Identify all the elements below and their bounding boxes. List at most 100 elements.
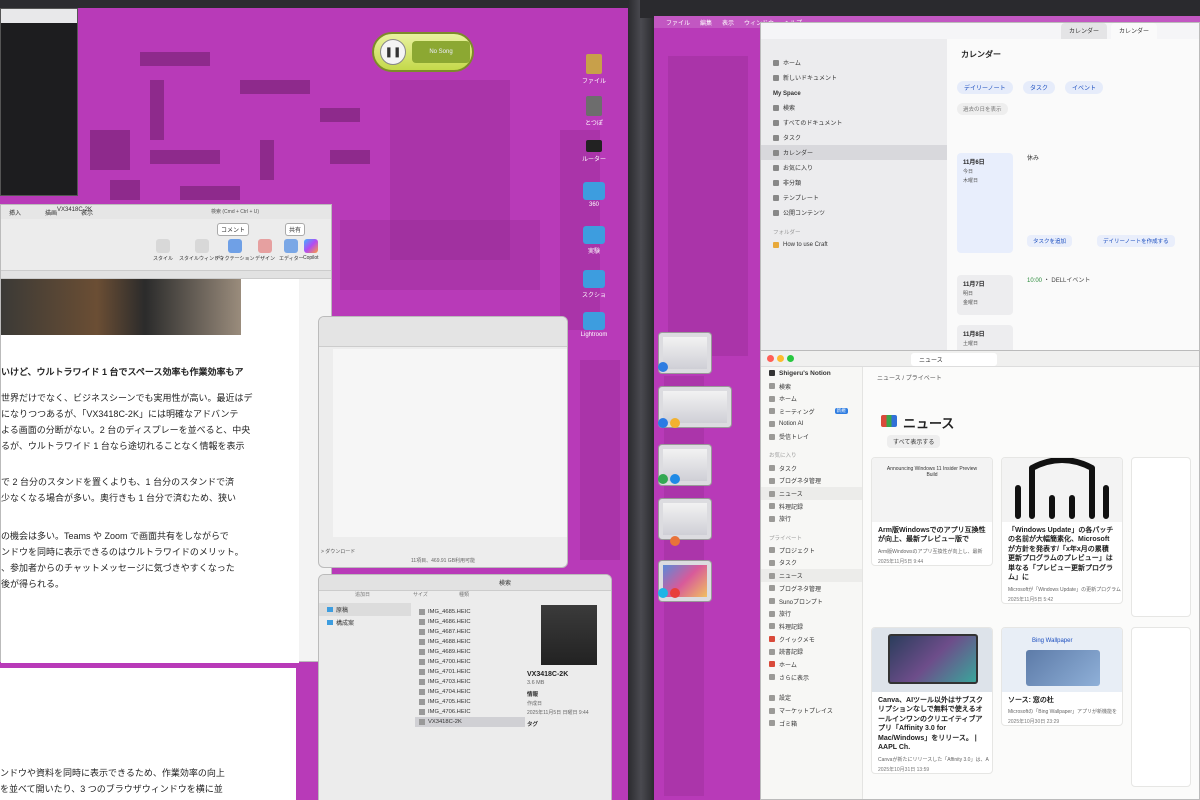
sidebar-item-trash[interactable]: ゴミ箱 xyxy=(761,717,862,730)
private-item-reading[interactable]: 読書記録 xyxy=(761,645,862,658)
menu-insert[interactable]: 挿入 xyxy=(9,208,21,217)
sidebar-item-templates[interactable]: テンプレート xyxy=(761,190,947,205)
sidebar-item-calendar[interactable]: カレンダー xyxy=(761,145,947,160)
sidebar-item-tasks[interactable]: タスク xyxy=(761,130,947,145)
private-item-quick-memo[interactable]: クイックメモ xyxy=(761,633,862,646)
menu-view[interactable]: 表示 xyxy=(722,18,734,27)
gallery-card[interactable]: Announcing Windows 11 Insider Preview Bu… xyxy=(871,457,993,566)
editor-button[interactable]: エディター xyxy=(279,239,304,262)
private-item-home[interactable]: ホーム xyxy=(761,658,862,671)
craft-window[interactable]: カレンダー カレンダー ホーム 新しいドキュメント My Space 検索 すべ… xyxy=(760,22,1200,352)
stage-manager-thumbnail[interactable] xyxy=(658,498,712,540)
design-button[interactable]: デザイン xyxy=(255,239,275,262)
finder-window-images[interactable]: 検索 追加日 サイズ 種類 原稿 構成案 IMG_4685.HEIC IMG_4… xyxy=(318,574,612,800)
sidebar-item-manuscript[interactable]: 原稿 xyxy=(319,603,411,616)
finder-content-area[interactable] xyxy=(333,349,567,537)
list-item[interactable]: IMG_4688.HEIC xyxy=(415,637,525,647)
private-item-travel[interactable]: 旅行 xyxy=(761,607,862,620)
view-all-tab[interactable]: すべて表示する xyxy=(887,435,941,448)
sidebar-item-marketplace[interactable]: マーケットプレイス xyxy=(761,704,862,717)
calendar-day[interactable]: 11月8日 土曜日 xyxy=(957,325,1013,351)
sidebar-item-search[interactable]: 検索 xyxy=(761,100,947,115)
sidebar-item-meetings[interactable]: ミーティング 新規 xyxy=(761,405,862,418)
gallery-card[interactable]: 「Windows Update」の各パッチ の名前が大幅簡素化、Microsof… xyxy=(1001,457,1123,604)
sidebar-item-new-doc[interactable]: 新しいドキュメント xyxy=(761,70,947,85)
workspace-switcher[interactable]: Shigeru's Notion xyxy=(761,367,862,380)
sidebar-item-favorites[interactable]: お気に入り xyxy=(761,160,947,175)
space-name[interactable]: My Space xyxy=(761,85,947,100)
sidebar-item-how-to[interactable]: How to use Craft xyxy=(761,239,947,251)
list-item[interactable]: IMG_4686.HEIC xyxy=(415,617,525,627)
breadcrumb[interactable]: ニュース / プライベート xyxy=(877,373,942,382)
fav-item-blog[interactable]: ブログネタ管理 xyxy=(761,475,862,488)
filter-daily-note[interactable]: デイリーノート xyxy=(957,81,1013,94)
list-item[interactable]: IMG_4701.HEIC xyxy=(415,667,525,677)
minimize-button[interactable] xyxy=(777,355,784,362)
close-button[interactable] xyxy=(767,355,774,362)
finder-window-downloads[interactable]: > ダウンロード 11項目、469.91 GB利用可能 xyxy=(318,316,568,568)
show-past-days-button[interactable]: 過去の日を表示 xyxy=(957,103,1008,115)
list-item[interactable]: IMG_4687.HEIC xyxy=(415,627,525,637)
add-task-button[interactable]: タスクを追加 xyxy=(1027,235,1073,247)
create-daily-note-button[interactable]: デイリーノートを作成する xyxy=(1097,235,1175,247)
fav-item-cooking[interactable]: 料理記録 xyxy=(761,500,862,513)
word-document-page[interactable]: いけど、ウルトラワイド 1 台でスペース効率も作業効率もア 世界だけでなく、ビジ… xyxy=(1,279,299,663)
desktop-folder-lightroom[interactable]: Lightroom xyxy=(572,312,616,338)
filter-events[interactable]: イベント xyxy=(1065,81,1104,94)
sidebar-item-all-docs[interactable]: すべてのドキュメント xyxy=(761,115,947,130)
desktop-icon-photo[interactable]: とつぽ xyxy=(572,96,616,127)
menu-edit[interactable]: 編集 xyxy=(700,18,712,27)
private-item-projects[interactable]: プロジェクト xyxy=(761,544,862,557)
list-item[interactable]: IMG_4700.HEIC xyxy=(415,657,525,667)
tab-calendar-active[interactable]: カレンダー xyxy=(1111,23,1158,39)
sidebar-item-published[interactable]: 公開コンテンツ xyxy=(761,205,947,220)
desktop-icon-router[interactable]: ルーター xyxy=(572,140,616,163)
menu-draw[interactable]: 描画 xyxy=(45,208,57,217)
gallery-card[interactable]: Bing Wallpaper ソース: 窓の杜 Microsoftの「Bing … xyxy=(1001,627,1123,727)
list-item[interactable]: IMG_4704.HEIC xyxy=(415,687,525,697)
list-item[interactable]: IMG_4705.HEIC xyxy=(415,697,525,707)
desktop-folder-360[interactable]: 360 xyxy=(572,182,616,208)
calendar-event[interactable]: 10:00 ・ DELLイベント xyxy=(1027,275,1090,284)
background-window[interactable] xyxy=(0,8,78,196)
private-item-tasks[interactable]: タスク xyxy=(761,557,862,570)
desktop-folder-screenshots[interactable]: スクショ xyxy=(572,270,616,299)
word-window[interactable]: 挿入 描画 表示 VX3418C-2K 検索 (Cmd + Ctrl + U) … xyxy=(0,204,332,663)
list-item[interactable]: IMG_4689.HEIC xyxy=(415,647,525,657)
sidebar-item-unsorted[interactable]: 非分類 xyxy=(761,175,947,190)
calendar-day-today[interactable]: 11月6日 今日 木曜日 xyxy=(957,153,1013,253)
fav-item-news[interactable]: ニュース xyxy=(761,487,862,500)
sidebar-item-notion-ai[interactable]: Notion AI xyxy=(761,418,862,431)
sidebar-item-home[interactable]: ホーム xyxy=(761,55,947,70)
show-more-button[interactable]: さらに表示 xyxy=(761,671,862,684)
fav-item-tasks[interactable]: タスク xyxy=(761,462,862,475)
sidebar-item-settings[interactable]: 設定 xyxy=(761,692,862,705)
sidebar-item-inbox[interactable]: 受信トレイ xyxy=(761,430,862,443)
desktop-icon-file[interactable]: ファイル xyxy=(572,54,616,85)
music-player-widget[interactable]: ❚❚ No Song xyxy=(372,32,474,72)
menu-file[interactable]: ファイル xyxy=(666,18,690,27)
dictation-button[interactable]: ディクテーション xyxy=(215,239,255,262)
sidebar-item-outline[interactable]: 構成案 xyxy=(319,616,411,629)
list-item-selected[interactable]: VX3418C-2K xyxy=(415,717,525,727)
finder-search-field[interactable]: 検索 xyxy=(499,578,511,587)
gallery-card-partial[interactable] xyxy=(1131,627,1191,787)
sidebar-item-home[interactable]: ホーム xyxy=(761,392,862,405)
fav-item-travel[interactable]: 旅行 xyxy=(761,513,862,526)
private-item-news[interactable]: ニュース xyxy=(761,569,862,582)
finder-path-bar[interactable]: > ダウンロード xyxy=(319,548,355,555)
pause-icon[interactable]: ❚❚ xyxy=(380,39,406,65)
word-document-page-2[interactable]: ンドウや資料を同時に表示できるため、作業効率の向上 を並べて開いたり、3 つのブ… xyxy=(0,668,296,800)
gallery-card[interactable]: Canva、AIツール以外はサブスク リプションなしで無料で使えるオ ールインワ… xyxy=(871,627,993,774)
filter-tasks[interactable]: タスク xyxy=(1023,81,1056,94)
sidebar-item-search[interactable]: 検索 xyxy=(761,380,862,393)
word-search-box[interactable]: 検索 (Cmd + Ctrl + U) xyxy=(211,208,311,217)
share-button[interactable]: 共有 xyxy=(285,223,306,236)
calendar-day-tomorrow[interactable]: 11月7日 明日 金曜日 xyxy=(957,275,1013,315)
styles-button[interactable]: スタイル xyxy=(153,239,173,262)
list-item[interactable]: IMG_4703.HEIC xyxy=(415,677,525,687)
private-item-suno[interactable]: Sunoプロンプト xyxy=(761,595,862,608)
comment-button[interactable]: コメント xyxy=(217,223,250,236)
copilot-button[interactable]: Copilot xyxy=(303,239,319,261)
tab-news[interactable]: ニュース xyxy=(911,353,997,366)
